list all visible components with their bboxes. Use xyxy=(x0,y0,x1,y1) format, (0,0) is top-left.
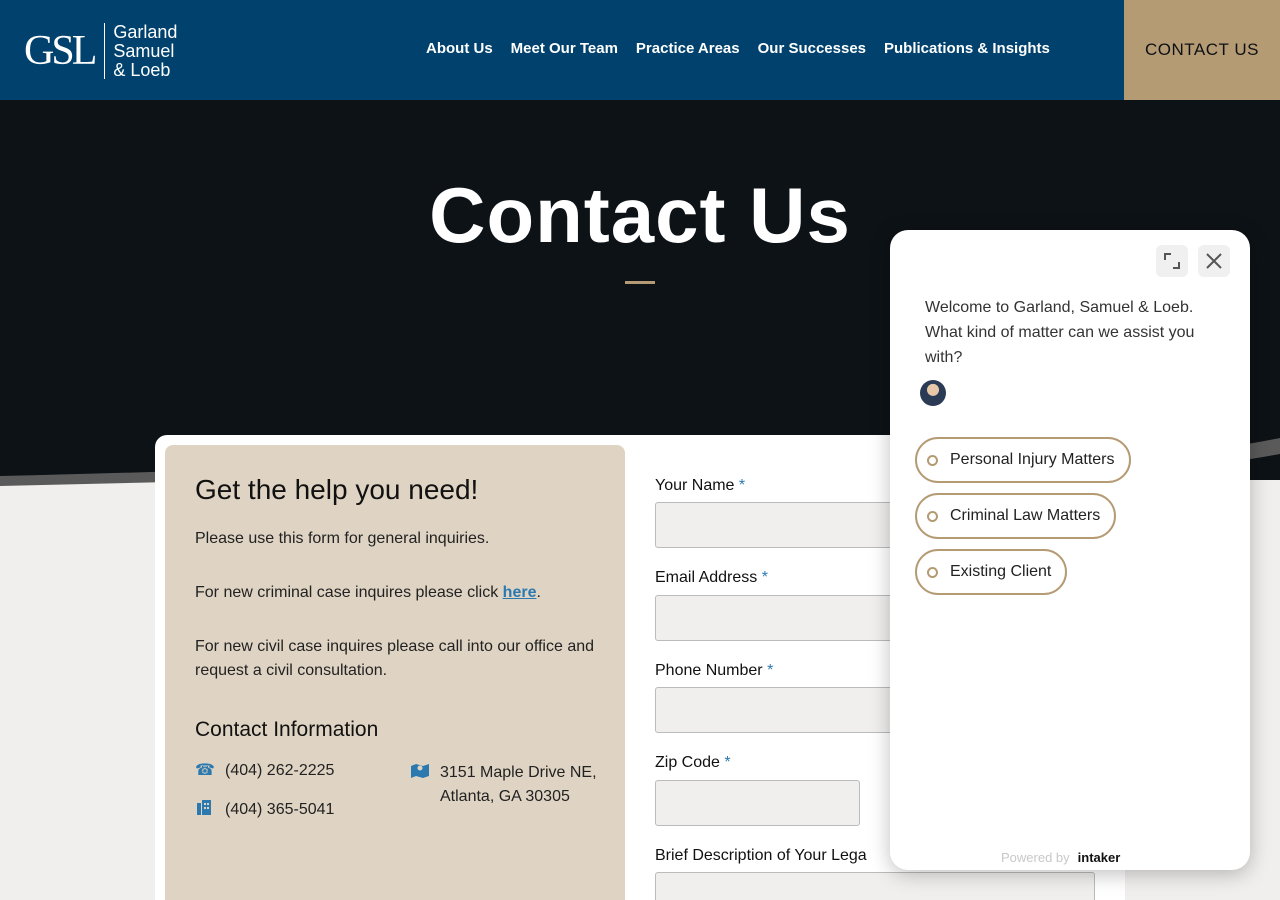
phone-row: ☎ (404) 262-2225 xyxy=(195,759,334,783)
radio-dot-icon xyxy=(927,510,938,522)
zip-code-label: Zip Code * xyxy=(655,754,731,772)
powered-by[interactable]: Powered by intaker xyxy=(1001,850,1120,865)
criminal-text-prefix: For new criminal case inquires please cl… xyxy=(195,584,503,601)
required-mark: * xyxy=(724,754,731,771)
phone-number-label-text: Phone Number xyxy=(655,662,763,679)
phone-icon: ☎ xyxy=(195,762,215,779)
logo-words: Garland Samuel & Loeb xyxy=(113,21,178,80)
option-personal-injury[interactable]: Personal Injury Matters xyxy=(915,437,1131,483)
zip-code-input[interactable] xyxy=(655,780,860,826)
title-underline xyxy=(625,281,655,284)
contact-us-button[interactable]: CONTACT US xyxy=(1124,0,1280,100)
required-mark: * xyxy=(738,477,746,494)
address-line-2: Atlanta, GA 30305 xyxy=(440,788,570,805)
nav-publications-insights[interactable]: Publications & Insights xyxy=(884,40,1050,57)
your-name-label: Your Name * xyxy=(655,477,745,495)
your-name-label-text: Your Name xyxy=(655,477,735,494)
intaker-logo: intaker xyxy=(1077,850,1121,865)
map-icon xyxy=(410,761,440,809)
expand-button[interactable] xyxy=(1156,245,1188,277)
agent-avatar xyxy=(920,380,946,406)
radio-dot-icon xyxy=(927,454,938,466)
required-mark: * xyxy=(767,662,774,679)
help-heading: Get the help you need! xyxy=(195,474,479,505)
address-row: 3151 Maple Drive NE, Atlanta, GA 30305 xyxy=(410,761,597,809)
logo-line-1: Garland xyxy=(113,21,178,42)
criminal-inquiry-link[interactable]: here xyxy=(503,584,537,601)
description-label: Brief Description of Your Lega xyxy=(655,847,867,864)
logo-line-3: & Loeb xyxy=(113,59,171,80)
option-existing-client[interactable]: Existing Client xyxy=(915,549,1068,595)
criminal-text-suffix: . xyxy=(536,584,541,601)
description-textarea[interactable] xyxy=(655,872,1095,900)
address: 3151 Maple Drive NE, Atlanta, GA 30305 xyxy=(440,761,597,809)
close-icon xyxy=(1206,253,1222,269)
radio-dot-icon xyxy=(927,566,938,578)
site-header: GSL Garland Samuel & Loeb About Us Meet … xyxy=(0,0,1280,100)
logo-line-2: Samuel xyxy=(113,40,175,61)
contact-information-heading: Contact Information xyxy=(195,718,379,741)
phone-number-label: Phone Number * xyxy=(655,662,773,680)
nav-about-us[interactable]: About Us xyxy=(426,40,493,57)
nav-practice-areas[interactable]: Practice Areas xyxy=(636,40,740,57)
logo-mark: GSL xyxy=(24,28,97,74)
expand-icon xyxy=(1164,253,1180,269)
phone-number[interactable]: (404) 262-2225 xyxy=(225,759,334,783)
fax-number: (404) 365-5041 xyxy=(225,801,335,818)
close-button[interactable] xyxy=(1198,245,1230,277)
nav-our-successes[interactable]: Our Successes xyxy=(758,40,866,57)
email-address-label-text: Email Address xyxy=(655,569,758,586)
option-label: Personal Injury Matters xyxy=(950,451,1115,468)
fax-icon xyxy=(195,798,225,824)
required-mark: * xyxy=(761,569,768,586)
fax-row: (404) 365-5041 xyxy=(195,798,334,824)
chat-welcome-message: Welcome to Garland, Samuel & Loeb. What … xyxy=(925,299,1195,366)
chat-widget: Welcome to Garland, Samuel & Loeb. What … xyxy=(890,230,1250,870)
powered-by-text: Powered by xyxy=(1001,850,1070,865)
zip-code-label-text: Zip Code xyxy=(655,754,720,771)
option-label: Criminal Law Matters xyxy=(950,507,1101,524)
main-nav: About Us Meet Our Team Practice Areas Ou… xyxy=(426,40,1068,57)
criminal-inquiries-text: For new criminal case inquires please cl… xyxy=(195,581,595,605)
option-label: Existing Client xyxy=(950,563,1052,580)
nav-meet-our-team[interactable]: Meet Our Team xyxy=(511,40,618,57)
option-criminal-law[interactable]: Criminal Law Matters xyxy=(915,493,1117,539)
site-logo[interactable]: GSL Garland Samuel & Loeb xyxy=(24,22,177,80)
email-address-label: Email Address * xyxy=(655,569,768,587)
logo-divider xyxy=(104,23,106,79)
civil-inquiries-text: For new civil case inquires please call … xyxy=(195,638,595,679)
general-inquiries-text: Please use this form for general inquiri… xyxy=(195,530,490,547)
address-line-1: 3151 Maple Drive NE, xyxy=(440,764,597,781)
